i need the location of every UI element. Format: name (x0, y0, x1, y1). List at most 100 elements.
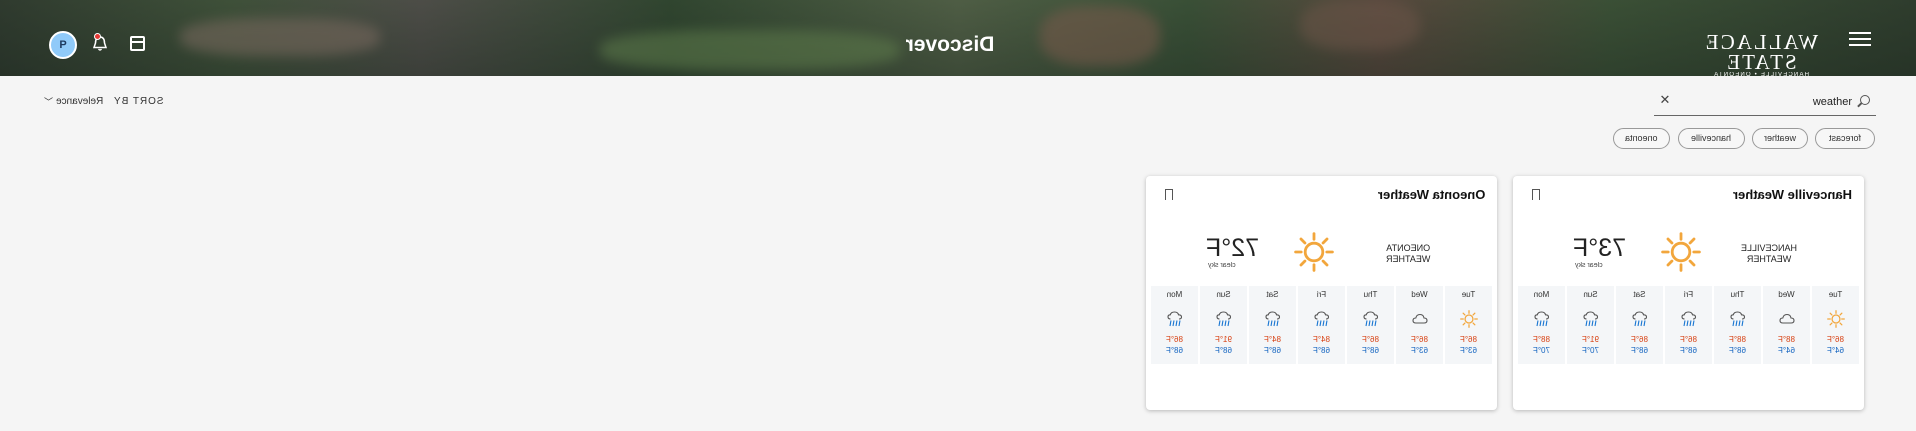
weather-card-hanceville[interactable]: Hanceville Weather HANCEVILLE WEATHER 73… (1513, 176, 1864, 410)
forecast-day: Tue 86°F 63°F (1445, 286, 1492, 364)
forecast-day: Tue 86°F 64°F (1812, 286, 1859, 364)
banner-background (600, 30, 900, 70)
day-name: Sun (1583, 290, 1598, 299)
forecast-day: Wed 86°F 63°F (1396, 286, 1443, 364)
high-temp: 86°F (1460, 335, 1477, 344)
forecast-day: Sat 84°F 68°F (1249, 286, 1296, 364)
cloud-icon (1778, 313, 1795, 324)
sun-icon (1826, 310, 1845, 328)
condition-text: clear sky (1208, 262, 1236, 269)
day-name: Tue (1461, 290, 1476, 299)
weather-card-oneonta[interactable]: Oneonta Weather ONEONTA WEATHER 72°F cle… (1146, 176, 1497, 410)
day-name: Sun (1216, 290, 1231, 299)
banner-background (1040, 6, 1160, 66)
clear-search-icon[interactable]: ✕ (1658, 93, 1672, 107)
high-temp: 86°F (1631, 335, 1648, 344)
rain-icon (1215, 311, 1231, 327)
high-temp: 86°F (1362, 335, 1379, 344)
low-temp: 70°F (1582, 346, 1599, 355)
day-name: Sat (1633, 290, 1646, 299)
high-temp: 86°F (1827, 335, 1844, 344)
card-title: Oneonta Weather (1377, 187, 1485, 202)
forecast-day: Sat 86°F 68°F (1616, 286, 1663, 364)
avatar[interactable]: P (49, 31, 77, 59)
search-icon (1860, 95, 1870, 105)
chip-oneonta[interactable]: oneonta (1613, 128, 1670, 149)
chip-label: hanceville (1691, 133, 1732, 143)
high-temp: 88°F (1729, 335, 1746, 344)
rain-icon (1631, 311, 1647, 327)
calendar-icon[interactable] (130, 36, 145, 51)
logo[interactable]: WALLACE STATE HANCEVILLE • ONEONTA (1686, 30, 1836, 78)
notification-badge (94, 33, 101, 40)
high-temp: 91°F (1215, 335, 1232, 344)
forecast-day: Mon 86°F 68°F (1151, 286, 1198, 364)
menu-icon[interactable] (1849, 32, 1871, 48)
rain-icon (1264, 311, 1280, 327)
chip-label: weather (1763, 133, 1797, 143)
chip-hanceville[interactable]: hanceville (1678, 128, 1745, 149)
rain-icon (1533, 311, 1549, 327)
logo-name: WALLACE STATE (1703, 30, 1819, 74)
low-temp: 68°F (1729, 346, 1746, 355)
high-temp: 86°F (1411, 335, 1428, 344)
high-temp: 84°F (1313, 335, 1330, 344)
day-name: Fri (1683, 290, 1694, 299)
forecast-day: Thu 88°F 68°F (1714, 286, 1761, 364)
forecast-day: Mon 88°F 70°F (1518, 286, 1565, 364)
location-label: HANCEVILLE WEATHER (1741, 243, 1797, 265)
rain-icon (1362, 311, 1378, 327)
cloud-icon (1411, 313, 1428, 324)
forecast-day: Wed 88°F 64°F (1763, 286, 1810, 364)
card-title: Hanceville Weather (1733, 187, 1852, 202)
low-temp: 68°F (1631, 346, 1648, 355)
low-temp: 68°F (1680, 346, 1697, 355)
sort-label: SORT BY (113, 96, 164, 107)
rain-icon (1313, 311, 1329, 327)
forecast-day: Fri 86°F 68°F (1665, 286, 1712, 364)
forecast-day: Fri 84°F 68°F (1298, 286, 1345, 364)
low-temp: 64°F (1778, 346, 1795, 355)
location-sub: WEATHER (1385, 254, 1430, 264)
low-temp: 64°F (1827, 346, 1844, 355)
location-name: ONEONTA (1385, 243, 1430, 253)
day-name: Mon (1166, 290, 1183, 299)
high-temp: 86°F (1680, 335, 1697, 344)
banner-background (1300, 0, 1420, 50)
day-name: Fri (1316, 290, 1327, 299)
day-name: Thu (1363, 290, 1378, 299)
rain-icon (1166, 311, 1182, 327)
forecast-day: Thu 86°F 68°F (1347, 286, 1394, 364)
sun-icon (1661, 232, 1701, 272)
low-temp: 68°F (1362, 346, 1379, 355)
page-title: Discover (905, 33, 995, 56)
rain-icon (1680, 311, 1696, 327)
chip-weather[interactable]: weather (1752, 128, 1808, 149)
high-temp: 86°F (1166, 335, 1183, 344)
forecast-day: Sun 91°F 70°F (1567, 286, 1614, 364)
low-temp: 68°F (1264, 346, 1281, 355)
high-temp: 84°F (1264, 335, 1281, 344)
chip-label: forecast (1828, 133, 1861, 143)
day-name: Wed (1411, 290, 1428, 299)
rain-icon (1729, 311, 1745, 327)
chip-forecast[interactable]: forecast (1815, 128, 1875, 149)
high-temp: 88°F (1778, 335, 1795, 344)
forecast-day: Sun 91°F 68°F (1200, 286, 1247, 364)
location-name: HANCEVILLE (1740, 243, 1797, 253)
day-name: Thu (1730, 290, 1745, 299)
location-label: ONEONTA WEATHER (1386, 243, 1430, 265)
location-sub: WEATHER (1746, 254, 1792, 264)
bookmark-icon[interactable] (1164, 189, 1173, 203)
banner-background (180, 18, 380, 56)
low-temp: 68°F (1313, 346, 1330, 355)
search-input[interactable] (1672, 92, 1852, 112)
sort-select[interactable]: Relevance (56, 96, 103, 107)
bookmark-icon[interactable] (1531, 189, 1540, 203)
current-temperature: 73°F (1573, 234, 1627, 262)
high-temp: 88°F (1533, 335, 1550, 344)
low-temp: 63°F (1460, 346, 1477, 355)
chevron-down-icon[interactable]: ﹀ (44, 95, 53, 108)
logo-subtitle: HANCEVILLE • ONEONTA (1713, 72, 1810, 78)
current-temperature: 72°F (1206, 234, 1260, 262)
